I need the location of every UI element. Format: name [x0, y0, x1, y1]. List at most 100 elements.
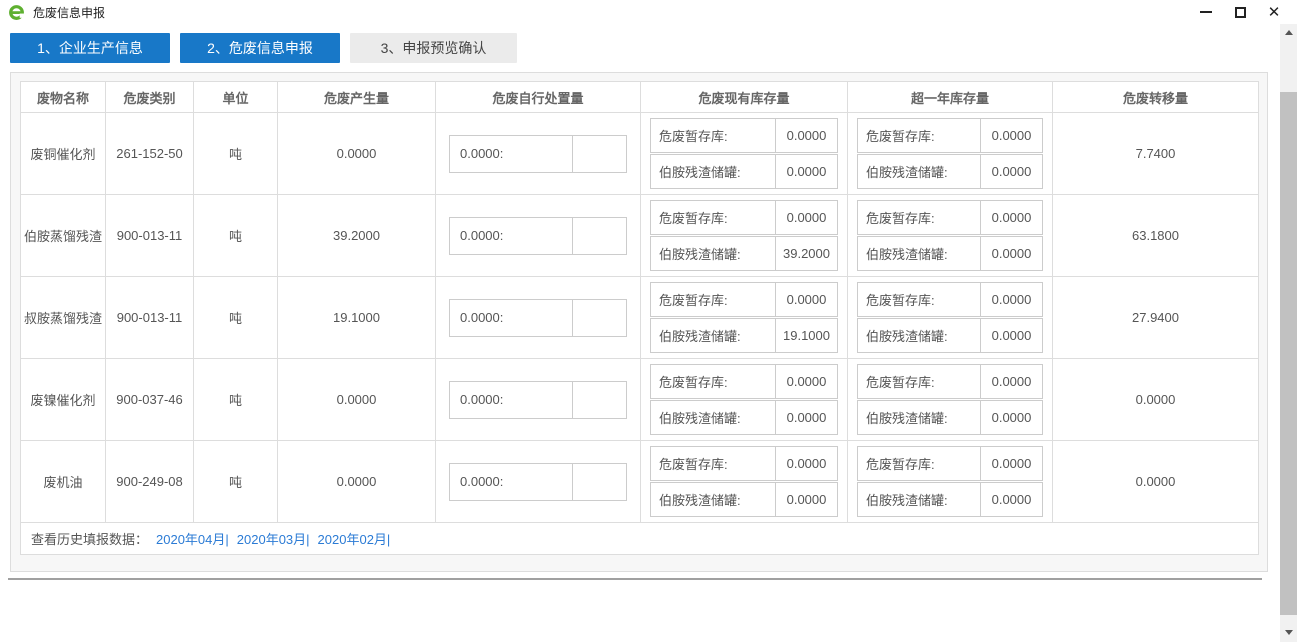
tab-declaration-preview-confirm[interactable]: 3、申报预览确认 [350, 33, 517, 63]
self-disposal-input[interactable] [572, 382, 626, 418]
transferred-cell: 7.7400 [1053, 113, 1259, 195]
window-controls: ✕ [1189, 0, 1291, 24]
tank-store-label: 伯胺残渣储罐: [858, 319, 980, 352]
tank-store-value: 0.0000 [980, 237, 1042, 270]
tank-store-label: 伯胺残渣储罐: [858, 155, 980, 188]
current-stock-cell: 危废暂存库: 0.0000 伯胺残渣储罐: 19.1000 [641, 277, 848, 359]
over-year-stock-cell: 危废暂存库: 0.0000 伯胺残渣储罐: 0.0000 [848, 277, 1053, 359]
self-disposal-cell: 0.0000: [436, 277, 641, 359]
category-cell: 900-249-08 [106, 441, 194, 523]
vertical-scrollbar[interactable] [1280, 24, 1297, 642]
produced-cell: 0.0000 [278, 113, 436, 195]
category-cell: 900-013-11 [106, 277, 194, 359]
scroll-up-button[interactable] [1280, 24, 1297, 40]
tank-store-row: 伯胺残渣储罐: 0.0000 [857, 236, 1043, 271]
temp-store-label: 危废暂存库: [651, 447, 775, 480]
tank-store-row: 伯胺残渣储罐: 0.0000 [650, 154, 838, 189]
temp-store-label: 危废暂存库: [858, 119, 980, 152]
temp-store-label: 危废暂存库: [858, 283, 980, 316]
tank-store-value: 0.0000 [980, 155, 1042, 188]
over-year-stock-cell: 危废暂存库: 0.0000 伯胺残渣储罐: 0.0000 [848, 441, 1053, 523]
self-disposal-input[interactable] [572, 464, 626, 500]
self-disposal-value: 0.0000: [450, 218, 572, 254]
current-stock-cell: 危废暂存库: 0.0000 伯胺残渣储罐: 0.0000 [641, 359, 848, 441]
tab-hazwaste-info-declaration[interactable]: 2、危废信息申报 [180, 33, 340, 63]
self-disposal-input[interactable] [572, 218, 626, 254]
minimize-button[interactable] [1189, 0, 1223, 24]
tank-store-value: 0.0000 [980, 401, 1042, 434]
produced-cell: 0.0000 [278, 359, 436, 441]
maximize-button[interactable] [1223, 0, 1257, 24]
temp-store-row: 危废暂存库: 0.0000 [650, 364, 838, 399]
tank-store-row: 伯胺残渣储罐: 0.0000 [650, 482, 838, 517]
transferred-cell: 0.0000 [1053, 359, 1259, 441]
window-title: 危废信息申报 [33, 4, 105, 21]
temp-store-value: 0.0000 [775, 365, 837, 398]
close-button[interactable]: ✕ [1257, 0, 1291, 24]
unit-cell: 吨 [194, 277, 278, 359]
history-link-2020-02[interactable]: 2020年02月| [318, 532, 391, 547]
temp-store-label: 危废暂存库: [651, 283, 775, 316]
current-stock-group: 危废暂存库: 0.0000 伯胺残渣储罐: 0.0000 [650, 446, 838, 517]
temp-store-row: 危废暂存库: 0.0000 [857, 118, 1043, 153]
self-disposal-value: 0.0000: [450, 136, 572, 172]
self-disposal-value: 0.0000: [450, 382, 572, 418]
over-year-stock-group: 危废暂存库: 0.0000 伯胺残渣储罐: 0.0000 [857, 364, 1043, 435]
scrollbar-thumb[interactable] [1280, 92, 1297, 615]
arrow-up-icon [1285, 30, 1293, 35]
tab-enterprise-production-info[interactable]: 1、企业生产信息 [10, 33, 170, 63]
table-row: 废机油 900-249-08 吨 0.0000 0.0000: 危废暂存库: 0… [21, 441, 1259, 523]
self-disposal-input[interactable] [572, 300, 626, 336]
table-row: 废镍催化剂 900-037-46 吨 0.0000 0.0000: 危废暂存库:… [21, 359, 1259, 441]
temp-store-value: 0.0000 [775, 283, 837, 316]
over-year-stock-group: 危废暂存库: 0.0000 伯胺残渣储罐: 0.0000 [857, 282, 1043, 353]
temp-store-row: 危废暂存库: 0.0000 [857, 446, 1043, 481]
history-footer-cell: 查看历史填报数据：2020年04月|2020年03月|2020年02月| [21, 523, 1259, 555]
tank-store-label: 伯胺残渣储罐: [858, 401, 980, 434]
unit-cell: 吨 [194, 113, 278, 195]
self-disposal-input[interactable] [572, 136, 626, 172]
history-link-2020-03[interactable]: 2020年03月| [237, 532, 310, 547]
category-cell: 261-152-50 [106, 113, 194, 195]
temp-store-label: 危废暂存库: [651, 119, 775, 152]
tank-store-value: 39.2000 [775, 237, 837, 270]
transferred-cell: 27.9400 [1053, 277, 1259, 359]
current-stock-cell: 危废暂存库: 0.0000 伯胺残渣储罐: 39.2000 [641, 195, 848, 277]
tank-store-value: 0.0000 [775, 401, 837, 434]
current-stock-cell: 危废暂存库: 0.0000 伯胺残渣储罐: 0.0000 [641, 441, 848, 523]
tank-store-value: 0.0000 [980, 483, 1042, 516]
tank-store-row: 伯胺残渣储罐: 0.0000 [857, 318, 1043, 353]
waste-name-cell: 叔胺蒸馏残渣 [21, 277, 106, 359]
tank-store-row: 伯胺残渣储罐: 0.0000 [650, 400, 838, 435]
temp-store-row: 危废暂存库: 0.0000 [650, 282, 838, 317]
over-year-stock-cell: 危废暂存库: 0.0000 伯胺残渣储罐: 0.0000 [848, 359, 1053, 441]
waste-name-cell: 废铜催化剂 [21, 113, 106, 195]
unit-cell: 吨 [194, 441, 278, 523]
tank-store-label: 伯胺残渣储罐: [858, 237, 980, 270]
history-footer-row: 查看历史填报数据：2020年04月|2020年03月|2020年02月| [21, 523, 1259, 555]
over-year-stock-group: 危废暂存库: 0.0000 伯胺残渣储罐: 0.0000 [857, 200, 1043, 271]
current-stock-group: 危废暂存库: 0.0000 伯胺残渣储罐: 0.0000 [650, 118, 838, 189]
temp-store-value: 0.0000 [775, 447, 837, 480]
history-link-2020-04[interactable]: 2020年04月| [156, 532, 229, 547]
temp-store-value: 0.0000 [775, 201, 837, 234]
temp-store-value: 0.0000 [980, 119, 1042, 152]
tank-store-row: 伯胺残渣储罐: 19.1000 [650, 318, 838, 353]
temp-store-row: 危废暂存库: 0.0000 [650, 200, 838, 235]
temp-store-row: 危废暂存库: 0.0000 [857, 282, 1043, 317]
tank-store-row: 伯胺残渣储罐: 0.0000 [857, 400, 1043, 435]
self-disposal-value: 0.0000: [450, 300, 572, 336]
waste-name-cell: 废镍催化剂 [21, 359, 106, 441]
scroll-down-button[interactable] [1280, 624, 1297, 640]
tank-store-row: 伯胺残渣储罐: 0.0000 [857, 482, 1043, 517]
self-disposal-group: 0.0000: [449, 381, 627, 419]
temp-store-value: 0.0000 [775, 119, 837, 152]
col-header-self-disposal: 危废自行处置量 [436, 82, 641, 113]
produced-cell: 19.1000 [278, 277, 436, 359]
temp-store-label: 危废暂存库: [858, 447, 980, 480]
bottom-divider [8, 578, 1262, 580]
temp-store-label: 危废暂存库: [651, 365, 775, 398]
step-tabs: 1、企业生产信息 2、危废信息申报 3、申报预览确认 [10, 33, 517, 63]
transferred-cell: 0.0000 [1053, 441, 1259, 523]
minimize-icon [1200, 11, 1212, 13]
